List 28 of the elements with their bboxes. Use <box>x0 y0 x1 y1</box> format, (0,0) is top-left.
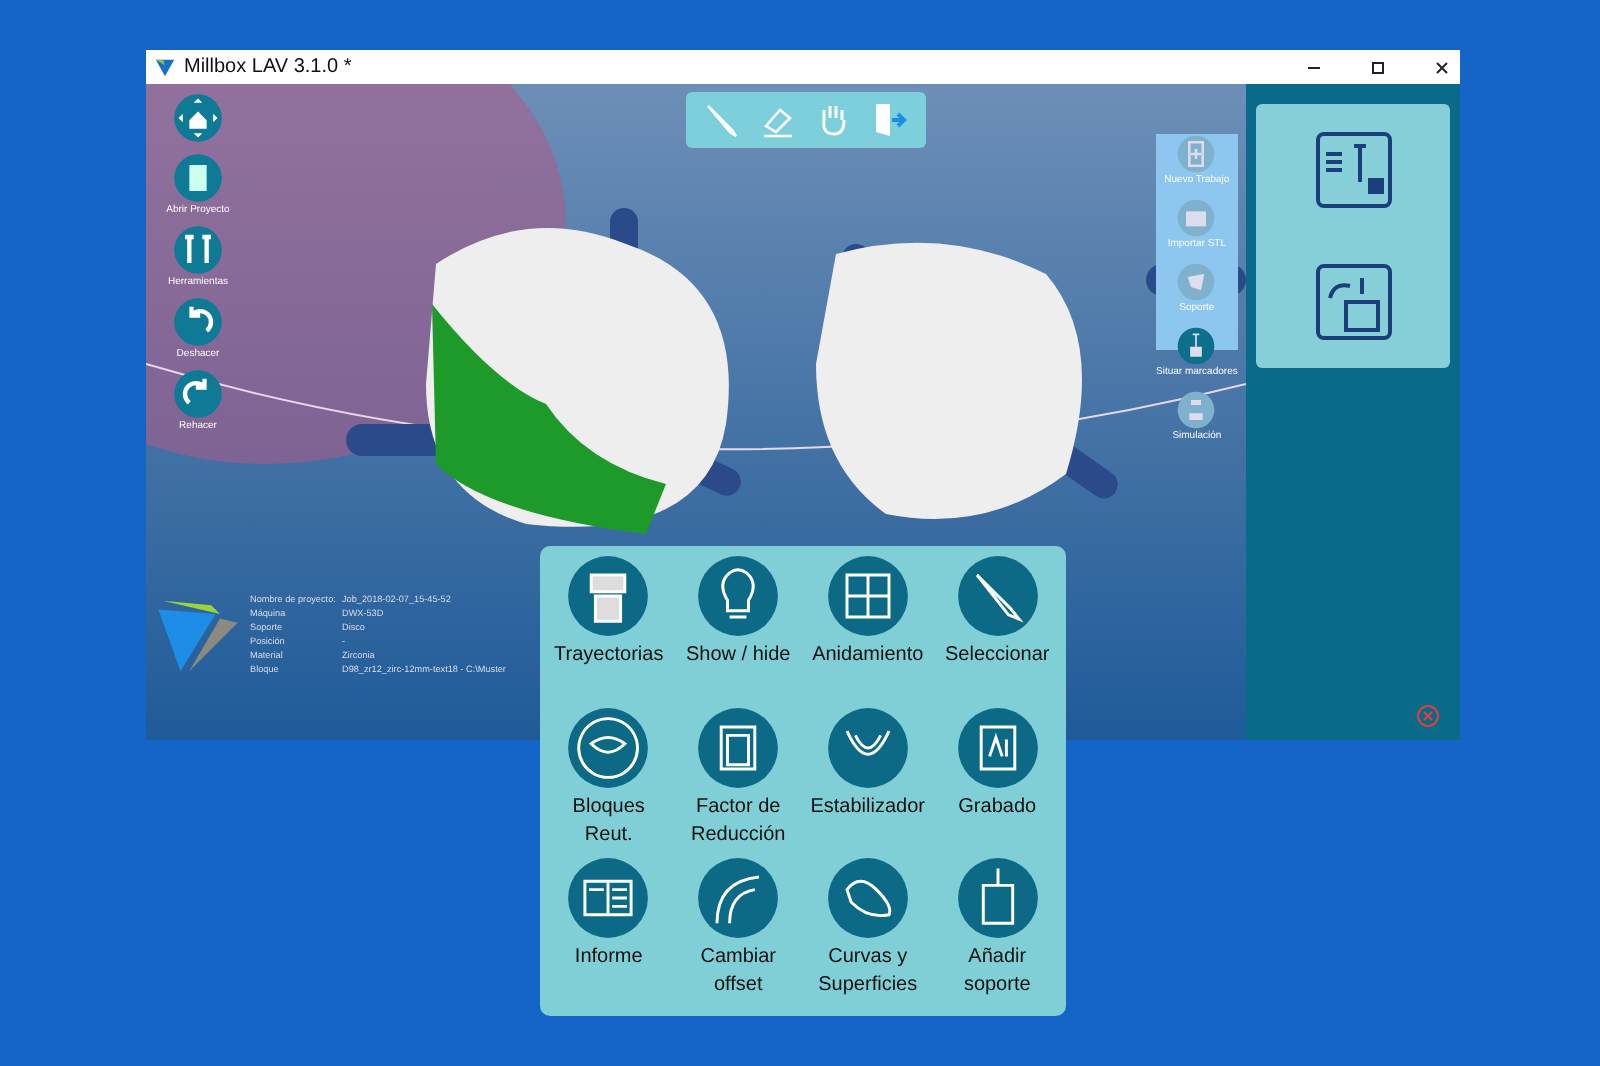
navigation-icon[interactable] <box>172 92 224 144</box>
tool-label: Factor de Reducción <box>690 793 786 850</box>
tool-label: Estabilizador <box>810 793 925 822</box>
tool-label: Trayectorias <box>554 642 664 670</box>
document-icon[interactable] <box>172 152 224 204</box>
exit-icon[interactable] <box>870 100 910 140</box>
tool-label: Cambiar offset <box>700 944 777 1001</box>
tool-label: Anidamiento <box>812 642 924 670</box>
logo-icon <box>154 56 176 78</box>
marker-icon[interactable] <box>1176 326 1217 366</box>
tool-label: Curvas y Superficies <box>818 944 918 1001</box>
redo-icon[interactable] <box>172 368 224 420</box>
close-icon[interactable] <box>1432 57 1452 77</box>
tool-label: Informe <box>574 944 643 973</box>
maximize-icon[interactable] <box>1368 57 1388 77</box>
tool-label: Grabado <box>958 793 1037 822</box>
tool-label: Seleccionar <box>944 642 1050 670</box>
logo-icon <box>154 595 242 675</box>
simulation-icon[interactable] <box>1176 390 1217 430</box>
folder-icon[interactable] <box>1313 262 1393 342</box>
undo-icon[interactable] <box>172 296 224 348</box>
tool-label: Añadir soporte <box>963 944 1031 1001</box>
tool-label: Show / hide <box>685 642 791 670</box>
window-title: Millbox LAV 3.1.0 * <box>184 56 352 78</box>
tool-label: Bloques Reut. <box>572 793 645 850</box>
bulb-icon[interactable] <box>696 554 781 638</box>
brush-icon[interactable] <box>955 554 1040 638</box>
tools-icon[interactable] <box>172 224 224 276</box>
